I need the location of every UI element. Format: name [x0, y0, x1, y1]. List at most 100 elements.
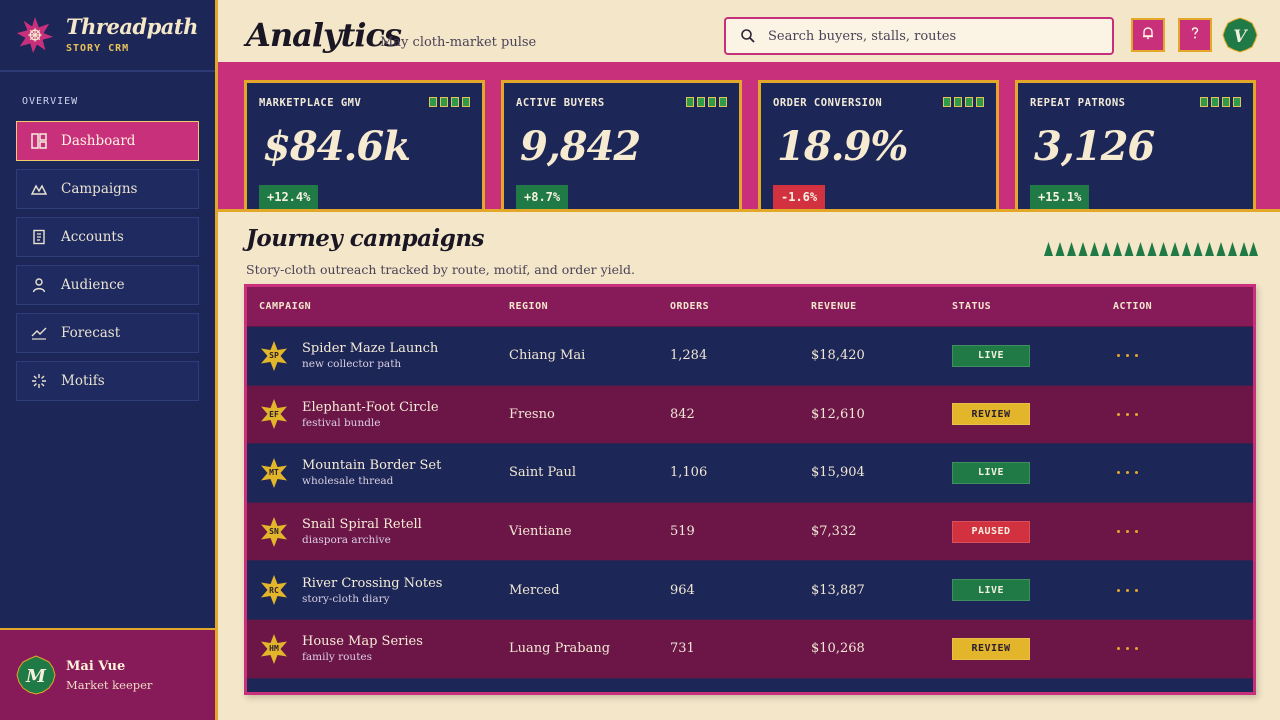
star-badge-icon: EF	[259, 399, 289, 430]
search-icon	[740, 28, 756, 44]
person-icon	[31, 277, 47, 293]
row-actions-button[interactable]	[1113, 354, 1153, 358]
search-input[interactable]	[768, 28, 1098, 44]
notifications-button[interactable]	[1131, 18, 1165, 52]
kpi-status-dots	[1200, 97, 1241, 107]
kpi-card-conversion[interactable]: ORDER CONVERSION 18.9% -1.6%	[758, 80, 999, 209]
user-profile-card[interactable]: M Mai Vue Market keeper	[0, 628, 215, 720]
revenue-cell: $7,332	[811, 524, 857, 540]
status-badge: LIVE	[952, 579, 1030, 602]
header-avatar[interactable]: V	[1222, 17, 1258, 53]
sidebar-item-label: Forecast	[61, 325, 121, 341]
star-badge-icon: SN	[259, 516, 289, 547]
table-row[interactable]: SN Snail Spiral Retell diaspora archive …	[247, 502, 1253, 562]
kpi-status-dots	[686, 97, 727, 107]
sidebar-item-label: Campaigns	[61, 181, 138, 197]
sparkle-icon	[31, 373, 47, 389]
kpi-status-dots	[943, 97, 984, 107]
region-cell: Merced	[509, 582, 560, 598]
orders-cell: 519	[670, 524, 695, 540]
sidebar-item-label: Audience	[61, 277, 125, 293]
user-avatar-initial: M	[25, 666, 47, 687]
campaign-name[interactable]: Snail Spiral Retell	[302, 517, 422, 532]
sidebar-item-label: Motifs	[61, 373, 105, 389]
kpi-band: MARKETPLACE GMV $84.6k +12.4% ACTIVE BUY…	[218, 62, 1280, 212]
section-subtitle: Story-cloth outreach tracked by route, m…	[246, 262, 636, 277]
table-row[interactable]: HM House Map Series family routes Luang …	[247, 619, 1253, 679]
status-badge: REVIEW	[952, 403, 1030, 426]
brand[interactable]: Threadpath STORY CRM	[0, 0, 215, 72]
sidebar-item-accounts[interactable]: Accounts	[16, 217, 199, 257]
campaign-name[interactable]: Elephant-Foot Circle	[302, 400, 439, 415]
campaign-note: new collector path	[302, 358, 402, 371]
column-header-status[interactable]: STATUS	[952, 301, 1113, 312]
revenue-cell: $18,420	[811, 348, 865, 364]
page-title: Analytics	[246, 16, 402, 54]
campaign-name[interactable]: Spider Maze Launch	[302, 341, 438, 356]
campaign-name[interactable]: House Map Series	[302, 634, 423, 649]
trend-icon	[31, 325, 47, 341]
kpi-value: 18.9%	[777, 123, 908, 170]
campaign-initials: RC	[269, 585, 279, 595]
sidebar-item-motifs[interactable]: Motifs	[16, 361, 199, 401]
campaign-name[interactable]: River Crossing Notes	[302, 576, 442, 591]
help-button[interactable]	[1178, 18, 1212, 52]
table-row[interactable]: MT Mountain Border Set wholesale thread …	[247, 444, 1253, 503]
campaign-initials: SN	[269, 527, 279, 537]
row-actions-button[interactable]	[1113, 647, 1153, 651]
kpi-status-dots	[429, 97, 470, 107]
kpi-card-patrons[interactable]: REPEAT PATRONS 3,126 +15.1%	[1015, 80, 1256, 209]
row-actions-button[interactable]	[1113, 530, 1153, 534]
region-cell: Luang Prabang	[509, 641, 611, 657]
table-row[interactable]: RC River Crossing Notes story-cloth diar…	[247, 561, 1253, 620]
region-cell: Fresno	[509, 406, 555, 422]
kpi-card-gmv[interactable]: MARKETPLACE GMV $84.6k +12.4%	[244, 80, 485, 209]
bell-icon	[1140, 25, 1156, 45]
star-logo-icon	[16, 16, 54, 54]
kpi-value: 9,842	[520, 123, 641, 170]
row-actions-button[interactable]	[1113, 471, 1153, 475]
campaigns-table: CAMPAIGN REGION ORDERS REVENUE STATUS AC…	[244, 284, 1256, 695]
column-header-region[interactable]: REGION	[509, 301, 670, 312]
revenue-cell: $12,610	[811, 406, 865, 422]
status-badge: REVIEW	[952, 637, 1030, 660]
campaign-initials: HM	[269, 644, 279, 654]
sidebar: Threadpath STORY CRM OVERVIEW Dashboard …	[0, 0, 218, 720]
nav-section-label: OVERVIEW	[22, 96, 79, 107]
search-bar[interactable]	[724, 17, 1114, 55]
section-title: Journey campaigns	[246, 225, 485, 252]
user-role: Market keeper	[66, 677, 153, 692]
mountain-icon	[30, 181, 48, 197]
star-badge-icon: SP	[259, 340, 289, 371]
kpi-label: MARKETPLACE GMV	[259, 97, 362, 109]
header-avatar-initial: V	[1233, 27, 1248, 47]
revenue-cell: $13,887	[811, 582, 865, 598]
orders-cell: 964	[670, 582, 695, 598]
brand-name: Threadpath	[66, 14, 198, 39]
star-badge-icon: MT	[259, 457, 289, 488]
row-actions-button[interactable]	[1113, 588, 1153, 592]
top-header: Analytics May cloth-market pulse V	[218, 0, 1280, 62]
column-header-orders[interactable]: ORDERS	[670, 301, 811, 312]
campaign-name[interactable]: Mountain Border Set	[302, 458, 441, 473]
campaign-note: diaspora archive	[302, 534, 391, 547]
column-header-revenue[interactable]: REVENUE	[811, 301, 952, 312]
table-row[interactable]: SP Spider Maze Launch new collector path…	[247, 327, 1253, 386]
orders-cell: 731	[670, 641, 695, 657]
triangle-border-icon	[1044, 242, 1258, 256]
campaign-initials: EF	[269, 409, 279, 419]
dashboard-icon	[31, 133, 47, 149]
campaign-note: story-cloth diary	[302, 592, 390, 605]
kpi-delta: +8.7%	[516, 185, 569, 209]
row-actions-button[interactable]	[1113, 412, 1153, 416]
campaign-note: family routes	[302, 651, 373, 664]
star-badge-icon: HM	[259, 633, 289, 664]
sidebar-item-campaigns[interactable]: Campaigns	[16, 169, 199, 209]
sidebar-item-dashboard[interactable]: Dashboard	[16, 121, 199, 161]
ledger-icon	[31, 229, 47, 245]
sidebar-item-audience[interactable]: Audience	[16, 265, 199, 305]
sidebar-item-forecast[interactable]: Forecast	[16, 313, 199, 353]
table-row[interactable]: EF Elephant-Foot Circle festival bundle …	[247, 385, 1253, 445]
kpi-card-buyers[interactable]: ACTIVE BUYERS 9,842 +8.7%	[501, 80, 742, 209]
column-header-campaign[interactable]: CAMPAIGN	[247, 301, 509, 312]
